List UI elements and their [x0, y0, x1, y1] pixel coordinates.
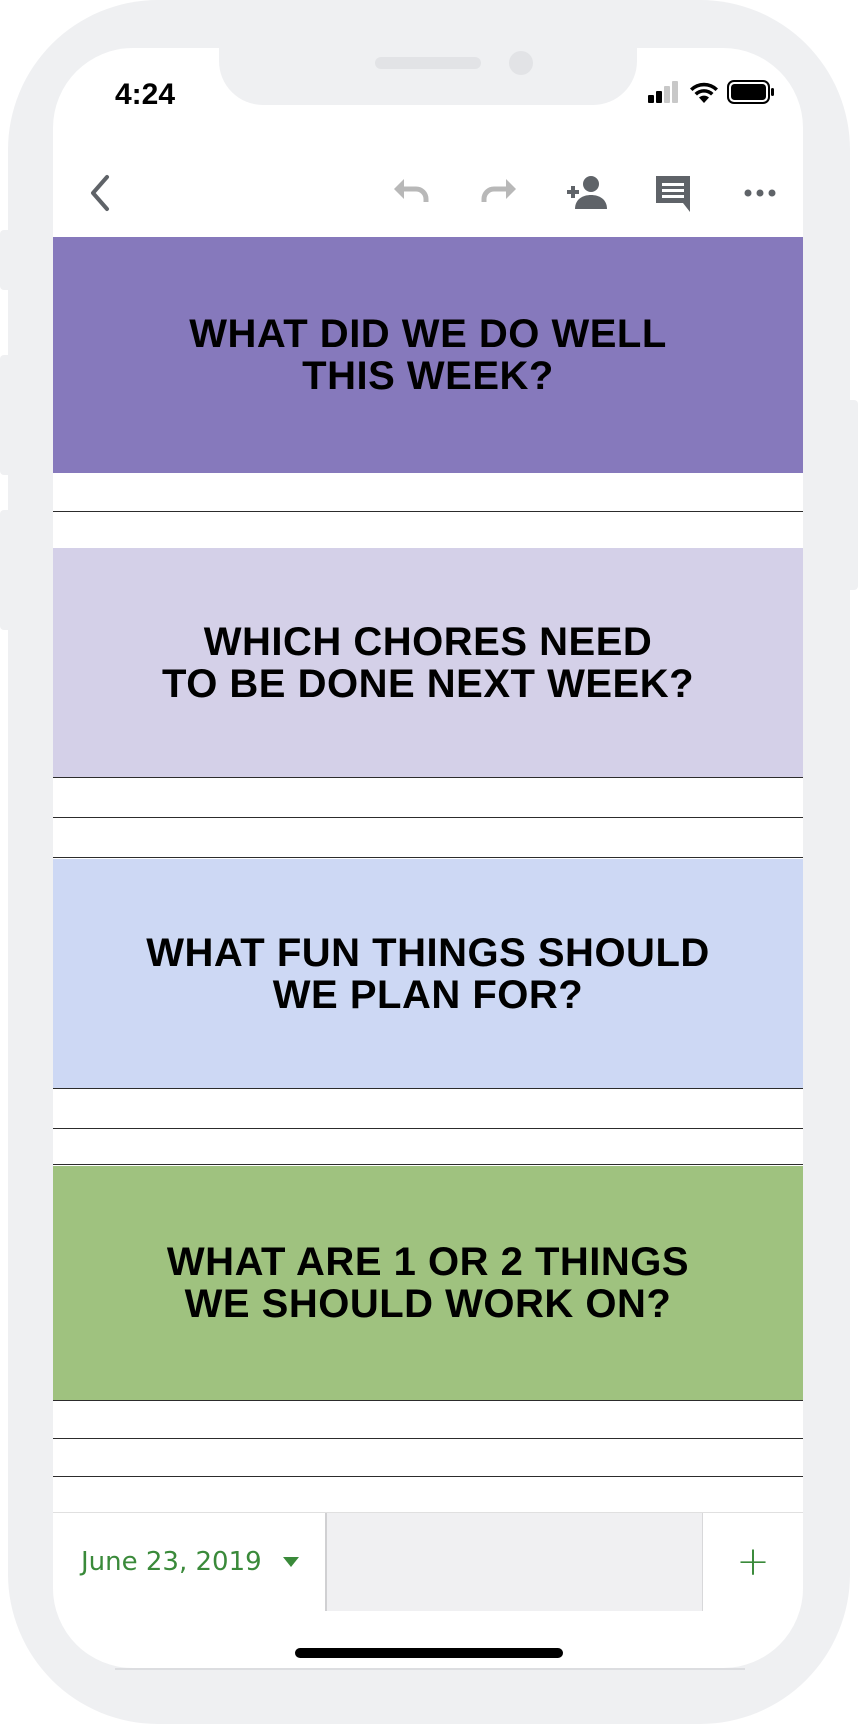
comment-button[interactable] [650, 170, 696, 216]
sheet-row-divider [53, 1128, 803, 1129]
undo-button[interactable] [389, 170, 435, 216]
phone-screen: 4:24 WHAT DID WE DO WELL THIS WEEK? WHIC… [53, 48, 803, 1668]
share-button[interactable] [563, 170, 609, 216]
section-header[interactable]: WHAT ARE 1 OR 2 THINGS WE SHOULD WORK ON… [53, 1166, 803, 1400]
signal-icon [648, 81, 678, 103]
phone-frame-edge [115, 1668, 745, 1670]
front-camera [509, 51, 533, 75]
sheet-row-divider [53, 1400, 803, 1401]
comment-icon [656, 176, 690, 212]
phone-side-button [0, 230, 10, 290]
chevron-left-icon [91, 175, 109, 211]
add-sheet-button[interactable]: + [702, 1513, 803, 1611]
sheet-row-divider [53, 777, 803, 778]
sheet-tab-bar: June 23, 2019 + [53, 1512, 803, 1611]
speaker [375, 57, 481, 69]
sheet-row-divider [53, 817, 803, 818]
section-title: WHAT ARE 1 OR 2 THINGS WE SHOULD WORK ON… [166, 1240, 690, 1326]
phone-side-button [0, 510, 10, 630]
sheet-tab-label: June 23, 2019 [81, 1547, 262, 1577]
status-icons [647, 80, 775, 104]
more-horizontal-icon [744, 189, 776, 197]
section-title: WHAT DID WE DO WELL THIS WEEK? [189, 312, 667, 398]
redo-icon [481, 179, 516, 202]
app-toolbar [53, 148, 803, 236]
battery-icon [727, 80, 774, 104]
sheet-row-divider [53, 1088, 803, 1089]
phone-side-button [848, 400, 858, 590]
person-add-icon [567, 176, 607, 209]
sheet-row-divider [53, 1164, 803, 1165]
back-button[interactable] [77, 170, 123, 216]
section-title: WHAT FUN THINGS SHOULD WE PLAN FOR? [146, 930, 710, 1017]
sheet-row-divider [53, 1438, 803, 1439]
phone-side-button [0, 355, 10, 475]
sheet-row-divider [53, 511, 803, 512]
redo-button[interactable] [475, 170, 521, 216]
section-header[interactable]: WHAT FUN THINGS SHOULD WE PLAN FOR? [53, 859, 803, 1088]
notch [219, 48, 637, 105]
section-title: WHICH CHORES NEED TO BE DONE NEXT WEEK? [161, 619, 695, 706]
status-time: 4:24 [115, 78, 176, 111]
sheet-row-divider [53, 1476, 803, 1477]
more-button[interactable] [737, 170, 783, 216]
undo-icon [394, 179, 429, 202]
section-header[interactable]: WHAT DID WE DO WELL THIS WEEK? [53, 237, 803, 473]
home-indicator [295, 1648, 563, 1658]
sheet-tab-active[interactable]: June 23, 2019 [53, 1513, 327, 1611]
caret-down-icon[interactable] [283, 1557, 299, 1567]
sheet-row-divider [53, 857, 803, 858]
section-header[interactable]: WHICH CHORES NEED TO BE DONE NEXT WEEK? [53, 548, 803, 777]
wifi-icon [690, 82, 718, 103]
